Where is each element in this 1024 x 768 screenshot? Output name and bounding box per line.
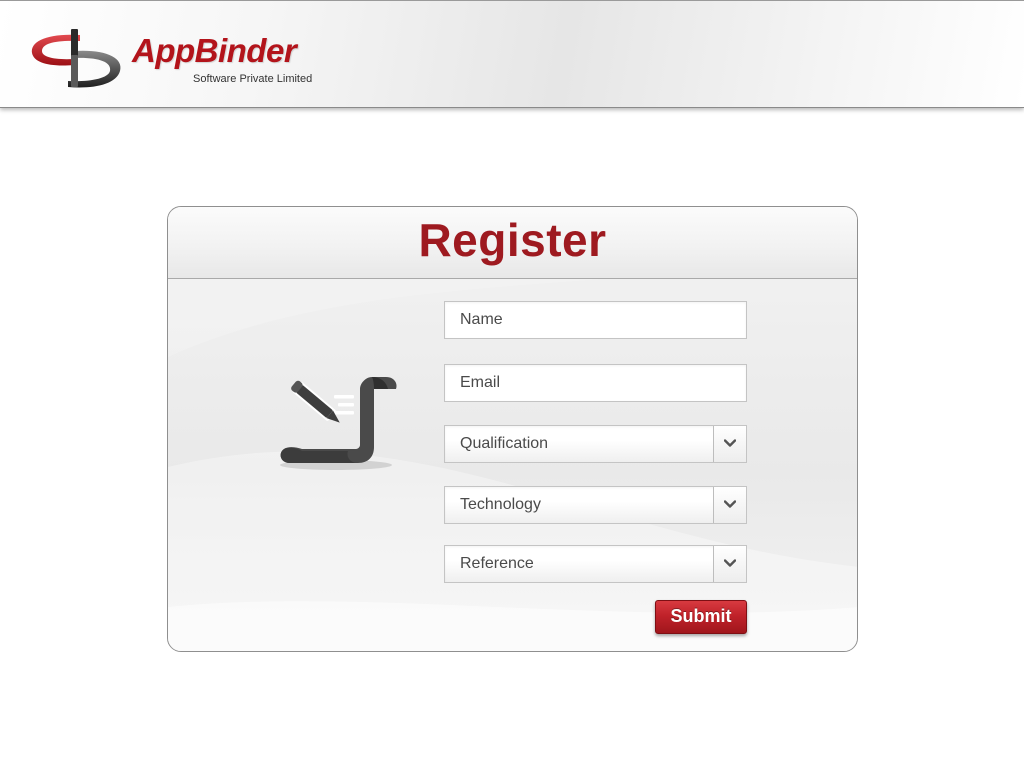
appbinder-logo-mark bbox=[31, 29, 121, 88]
qualification-value: Qualification bbox=[460, 435, 549, 452]
panel-header: Register bbox=[168, 207, 857, 279]
name-field[interactable]: Name bbox=[444, 301, 747, 339]
email-placeholder: Email bbox=[460, 374, 501, 391]
brand-name: AppBinder bbox=[132, 32, 297, 69]
page: AppBinder Software Private Limited Regis… bbox=[0, 0, 1024, 768]
qualification-dropdown-button[interactable] bbox=[713, 426, 746, 462]
appbinder-logo[interactable]: AppBinder Software Private Limited bbox=[28, 27, 328, 93]
name-placeholder: Name bbox=[460, 311, 503, 328]
technology-dropdown-button[interactable] bbox=[713, 487, 746, 523]
brand-tagline: Software Private Limited bbox=[193, 73, 313, 85]
technology-value: Technology bbox=[460, 496, 541, 513]
reference-value: Reference bbox=[460, 555, 534, 572]
reference-dropdown-button[interactable] bbox=[713, 546, 746, 582]
chevron-down-icon bbox=[724, 500, 736, 508]
register-title: Register bbox=[418, 214, 607, 266]
form-edit-icon bbox=[280, 377, 397, 470]
technology-select[interactable]: Technology bbox=[444, 486, 747, 524]
chevron-down-icon bbox=[724, 559, 736, 567]
email-field[interactable]: Email bbox=[444, 364, 747, 402]
qualification-select[interactable]: Qualification bbox=[444, 425, 747, 463]
app-header: AppBinder Software Private Limited bbox=[0, 0, 1024, 108]
reference-select[interactable]: Reference bbox=[444, 545, 747, 583]
chevron-down-icon bbox=[724, 439, 736, 447]
submit-button[interactable]: Submit bbox=[655, 600, 747, 634]
register-panel: Register Name Email Qualification Techno… bbox=[167, 206, 858, 652]
